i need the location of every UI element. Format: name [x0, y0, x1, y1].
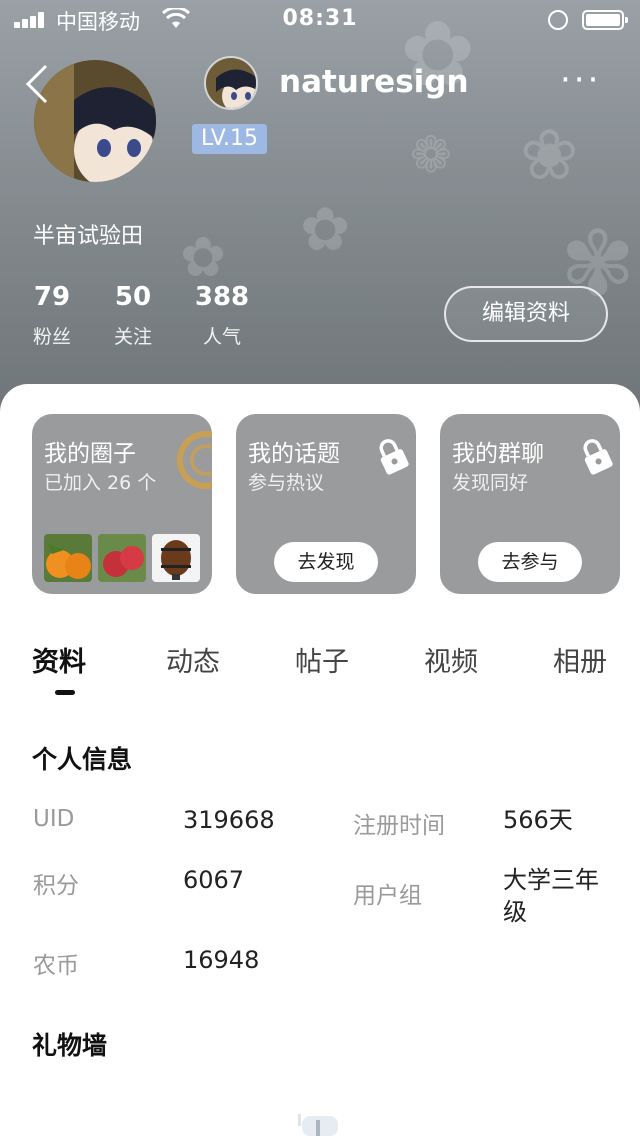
info-label-register-time: 注册时间 — [353, 813, 445, 839]
tab-videos[interactable]: 视频 — [424, 640, 478, 679]
stat-following[interactable]: 50 关注 — [111, 282, 155, 349]
info-value-user-group: 大学三年级 — [503, 866, 599, 926]
info-value-coins: 16948 — [183, 946, 260, 974]
edit-profile-button[interactable]: 编辑资料 — [444, 286, 608, 342]
stat-popularity: 388 人气 — [194, 282, 250, 349]
flower-decoration: ✿ — [180, 225, 227, 289]
stat-label: 人气 — [202, 326, 241, 348]
back-button[interactable] — [22, 62, 66, 106]
flower-decoration: ❁ — [410, 126, 452, 184]
more-button[interactable]: ··· — [560, 63, 600, 97]
card-my-circles[interactable]: 我的圈子 已加入 26 个 — [32, 414, 212, 594]
circle-thumbnail-barrel — [152, 534, 200, 582]
stat-label: 粉丝 — [32, 326, 71, 348]
rotation-lock-icon — [548, 10, 568, 30]
info-label-uid: UID — [33, 806, 75, 832]
stat-value: 50 — [114, 282, 152, 312]
stat-value: 388 — [194, 282, 250, 312]
circle-thumbnail-bayberry — [98, 534, 146, 582]
status-bar: 中国移动 08:31 — [0, 0, 640, 40]
stat-label: 关注 — [113, 326, 152, 348]
card-my-groups[interactable]: 我的群聊 发现同好 去参与 — [440, 414, 620, 594]
card-title: 我的话题 — [248, 441, 340, 467]
section-title-personal-info: 个人信息 — [32, 745, 133, 774]
info-value-points: 6067 — [183, 866, 245, 894]
info-value-register-time: 566天 — [503, 806, 573, 834]
chevron-left-icon — [25, 64, 48, 104]
more-dots-icon: ··· — [560, 60, 602, 100]
card-subtitle: 参与热议 — [248, 472, 325, 494]
tab-profile[interactable]: 资料 — [32, 640, 86, 679]
tab-activity[interactable]: 动态 — [166, 640, 220, 679]
card-title: 我的群聊 — [452, 441, 544, 467]
card-my-topics[interactable]: 我的话题 参与热议 去发现 — [236, 414, 416, 594]
active-tab-indicator — [55, 690, 75, 695]
avatar-image — [206, 58, 256, 108]
discover-button[interactable]: 去发现 — [274, 542, 378, 582]
stat-followers[interactable]: 79 粉丝 — [30, 282, 74, 349]
stat-value: 79 — [33, 282, 71, 312]
nav-avatar[interactable] — [204, 56, 258, 110]
card-subtitle: 发现同好 — [452, 472, 529, 494]
info-label-user-group: 用户组 — [353, 883, 422, 909]
section-title-gift-wall: 礼物墙 — [32, 1031, 108, 1060]
content-panel: 我的圈子 已加入 26 个 我的话题 参与热议 去发现 我的群聊 发现同好 去参… — [0, 384, 640, 1136]
info-value-uid: 319668 — [183, 806, 275, 834]
circle-ring-icon — [177, 431, 212, 489]
card-subtitle: 已加入 26 个 — [44, 472, 157, 494]
lock-icon — [379, 439, 409, 475]
profile-signature: 半亩试验田 — [33, 224, 144, 249]
join-button[interactable]: 去参与 — [478, 542, 582, 582]
username: naturesign — [279, 64, 469, 100]
info-label-points: 积分 — [33, 873, 79, 899]
level-badge: LV.15 — [192, 124, 267, 154]
battery-icon — [582, 10, 628, 30]
lock-icon — [583, 439, 613, 475]
card-title: 我的圈子 — [44, 441, 136, 467]
circle-thumbnail-orange — [44, 534, 92, 582]
flower-decoration: ❀ — [520, 114, 579, 196]
tab-album[interactable]: 相册 — [553, 640, 607, 679]
profile-tabs: 资料 动态 帖子 视频 相册 — [0, 606, 640, 686]
profile-header: ✿ ❀ ✿ ✾ ❁ ✿ 中国移动 08:31 naturesign ··· LV… — [0, 0, 640, 420]
info-label-coins: 农币 — [33, 953, 79, 979]
tab-posts[interactable]: 帖子 — [295, 640, 349, 679]
clock: 08:31 — [282, 6, 358, 31]
mailbox-icon — [298, 1114, 338, 1136]
flower-decoration: ✿ — [300, 195, 351, 265]
